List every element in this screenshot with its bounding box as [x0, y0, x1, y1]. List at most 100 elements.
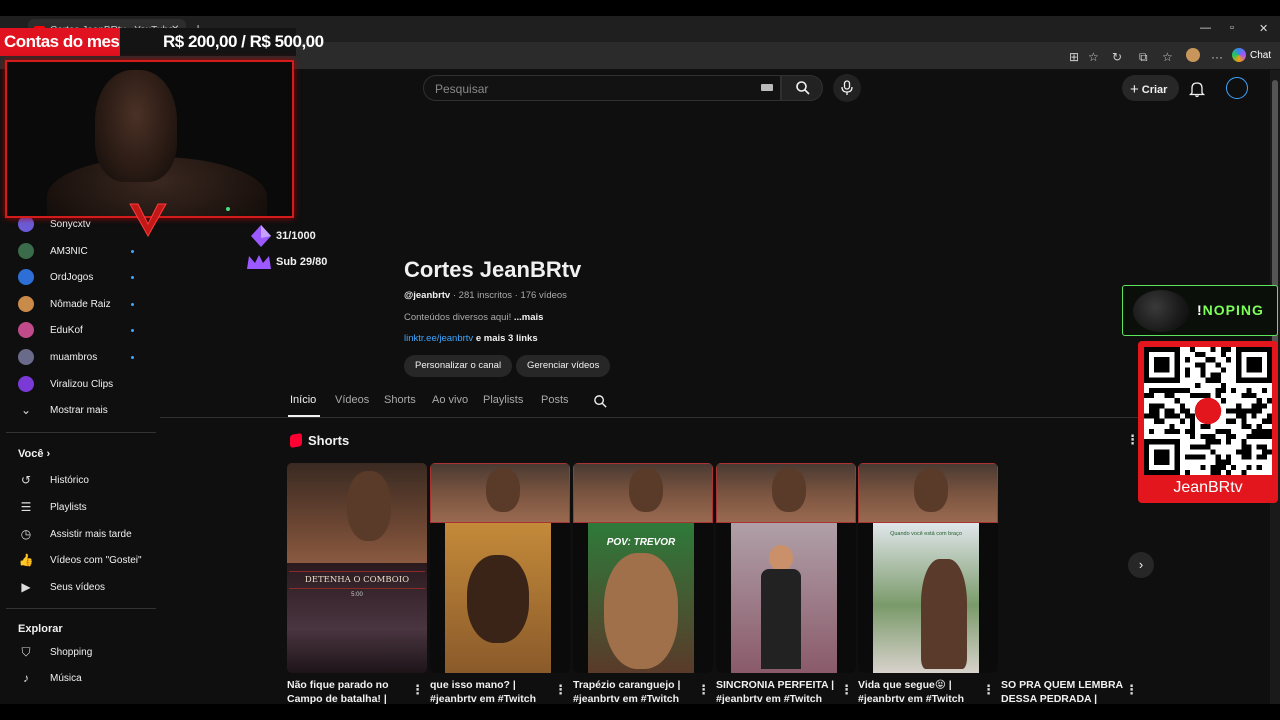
voice-search-button[interactable] — [833, 74, 861, 102]
chat-label: Chat — [1250, 49, 1272, 61]
sidebar-subscription-item[interactable]: OrdJogos — [18, 267, 138, 287]
sidebar-item-history[interactable]: ↺ Histórico — [18, 470, 89, 490]
noping-word: NOPING — [1202, 302, 1264, 318]
channel-avatar — [18, 296, 34, 312]
short-menu-icon[interactable]: ⋮ — [697, 682, 710, 698]
clock-icon: ◷ — [20, 527, 32, 541]
streamer-figure — [914, 468, 948, 512]
short-title[interactable]: Trapézio caranguejo | #jeanbrtv em #Twit… — [573, 678, 698, 704]
search-input[interactable]: Pesquisar — [423, 75, 781, 101]
short-title[interactable]: SO PRA QUEM LEMBRA DESSA PEDRADA | — [1001, 678, 1126, 704]
tab-playlists[interactable]: Playlists — [483, 394, 523, 406]
account-avatar[interactable] — [1226, 77, 1248, 99]
music-note-icon: ♪ — [23, 671, 29, 685]
app-available-icon[interactable]: ⊞ — [1069, 50, 1079, 64]
crown-icon — [247, 255, 271, 269]
extensions-icon[interactable]: ⧉ — [1139, 50, 1148, 65]
favorites-icon[interactable]: ☆ — [1162, 50, 1173, 64]
short-title[interactable]: Não fique parado no Campo de batalha! | — [287, 678, 412, 704]
shorts-next-button[interactable]: › — [1128, 552, 1154, 578]
show-more-button[interactable]: ⌄ Mostrar mais — [18, 400, 108, 420]
subscription-name: muambros — [50, 351, 98, 363]
new-content-dot — [131, 328, 134, 332]
subscription-name: OrdJogos — [50, 271, 94, 283]
sidebar-divider — [6, 432, 156, 433]
short-thumbnail[interactable] — [430, 463, 570, 673]
webcam-led — [226, 207, 230, 211]
browser-menu-icon[interactable]: ··· — [1211, 50, 1223, 64]
shorts-icon — [290, 432, 302, 449]
tab-home[interactable]: Início — [290, 394, 316, 406]
sidebar-item-label: Playlists — [50, 501, 87, 513]
video-clip — [430, 523, 570, 673]
short-thumbnail[interactable]: DETENHA O COMBOIO 5:00 — [287, 463, 427, 673]
short-title[interactable]: SINCRONIA PERFEITA | #jeanbrtv em #Twitc… — [716, 678, 841, 704]
customize-channel-button[interactable]: Personalizar o canal — [404, 355, 513, 377]
video-clip: POV: TREVOR — [573, 523, 713, 673]
sidebar-subscription-item[interactable]: muambros — [18, 347, 138, 367]
short-menu-icon[interactable]: ⋮ — [840, 682, 853, 698]
sidebar-divider — [6, 608, 156, 609]
window-close-icon[interactable]: ✕ — [1259, 22, 1268, 35]
streamer-figure — [772, 468, 806, 512]
history-icon: ↺ — [20, 473, 32, 487]
short-thumbnail[interactable]: POV: TREVOR — [573, 463, 713, 673]
channel-avatar — [18, 216, 34, 232]
search-button[interactable] — [781, 75, 823, 101]
tab-live[interactable]: Ao vivo — [432, 394, 468, 406]
short-menu-icon[interactable]: ⋮ — [411, 682, 424, 698]
you-section-heading[interactable]: Você › — [18, 448, 50, 460]
create-button[interactable]: + Criar — [1122, 75, 1179, 101]
more-link[interactable]: ...mais — [514, 312, 544, 323]
sidebar-item-label: Música — [50, 672, 82, 684]
short-title[interactable]: Vida que segue😝 | #jeanbrtv em #Twitch — [858, 678, 983, 704]
refresh-icon[interactable]: ↻ — [1112, 50, 1122, 64]
favorite-star-icon[interactable]: ☆ — [1088, 50, 1099, 64]
notifications-bell-icon[interactable] — [1188, 80, 1206, 98]
sidebar-item-music[interactable]: ♪ Música — [18, 668, 82, 688]
short-menu-icon[interactable]: ⋮ — [982, 682, 995, 698]
streamer-figure — [486, 468, 520, 512]
channel-description[interactable]: Conteúdos diversos aqui! ...mais — [404, 312, 543, 323]
minimize-icon[interactable]: — — [1200, 22, 1211, 34]
linktree-link[interactable]: linktr.ee/jeanbrtv — [404, 333, 473, 344]
short-thumbnail[interactable] — [716, 463, 856, 673]
search-icon — [796, 81, 810, 95]
channel-links[interactable]: linktr.ee/jeanbrtv e mais 3 links — [404, 333, 538, 344]
short-title[interactable]: que isso mano? | #jeanbrtv em #Twitch — [430, 678, 555, 704]
browser-profile-avatar[interactable] — [1186, 48, 1200, 62]
tab-posts[interactable]: Posts — [541, 394, 569, 406]
chevron-right-icon: › — [1138, 557, 1144, 572]
maximize-icon[interactable]: ▫ — [1230, 22, 1234, 34]
sidebar-item-label: Shopping — [50, 646, 93, 658]
channel-meta: @jeanbrtv · 281 inscritos · 176 vídeos — [404, 290, 567, 301]
tab-videos[interactable]: Vídeos — [335, 394, 369, 406]
sidebar-item-shopping[interactable]: ⛉ Shopping — [18, 642, 92, 662]
show-more-label: Mostrar mais — [50, 404, 108, 416]
short-thumbnail[interactable]: Quando você está com braço — [858, 463, 998, 673]
sidebar-item-playlists[interactable]: ☰ Playlists — [18, 497, 87, 517]
channel-search-icon[interactable] — [593, 394, 608, 409]
channel-stats: · 281 inscritos · 176 vídeos — [450, 290, 567, 301]
copilot-chat-button[interactable]: Chat — [1232, 48, 1271, 62]
description-text: Conteúdos diversos aqui! — [404, 312, 514, 323]
subs-goal-value: Sub 29/80 — [276, 256, 328, 268]
sidebar-subscription-item[interactable]: Nômade Raiz — [18, 294, 138, 314]
sidebar-subscription-item[interactable]: Viralizou Clips — [18, 374, 138, 394]
sidebar-item-liked-videos[interactable]: 👍 Vídeos com "Gostei" — [18, 550, 142, 570]
sidebar-subscription-item[interactable]: EduKof — [18, 320, 138, 340]
short-menu-icon[interactable]: ⋮ — [554, 682, 567, 698]
sidebar-item-watch-later[interactable]: ◷ Assistir mais tarde — [18, 524, 132, 544]
more-links-label[interactable]: e mais 3 links — [473, 333, 538, 344]
explore-section-heading: Explorar — [18, 623, 63, 635]
sidebar-subscription-item[interactable]: AM3NIC — [18, 241, 138, 261]
keyboard-icon[interactable] — [761, 84, 773, 91]
webcam-clip — [430, 463, 570, 523]
short-menu-icon[interactable]: ⋮ — [1125, 682, 1138, 698]
subscription-name: AM3NIC — [50, 245, 88, 257]
manage-videos-button[interactable]: Gerenciar vídeos — [516, 355, 611, 377]
sidebar-item-your-videos[interactable]: ▶ Seus vídeos — [18, 577, 105, 597]
channel-avatar — [18, 269, 34, 285]
tab-shorts[interactable]: Shorts — [384, 394, 416, 406]
streamer-v-logo-icon — [129, 203, 167, 238]
